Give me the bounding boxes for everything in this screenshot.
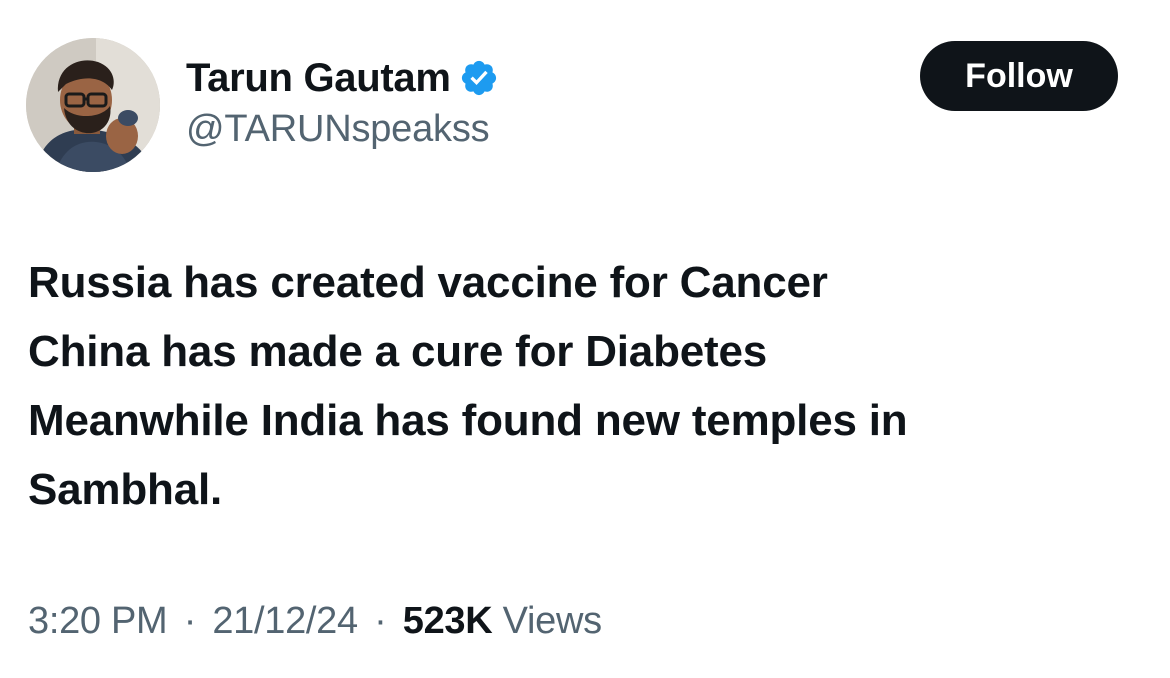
author-display-name[interactable]: Tarun Gautam [186,56,451,101]
views-count: 523K [402,600,493,642]
follow-button[interactable]: Follow [920,41,1118,111]
author-handle[interactable]: @TARUNspeakss [186,108,490,151]
avatar-photo-icon [26,38,160,172]
tweet-time[interactable]: 3:20 PM [28,600,168,642]
tweet-text-line: Russia has created vaccine for Cancer [28,258,828,307]
meta-separator: · [374,600,387,642]
verified-badge-icon [459,58,499,98]
meta-separator: · [183,600,197,642]
tweet-text-line: Sambhal. [28,465,223,514]
tweet-text-line: China has made a cure for Diabetes [28,327,768,376]
tweet-card: Tarun Gautam @TARUNspeakss Follow Russia… [0,0,1170,678]
tweet-text: Russia has created vaccine for Cancer Ch… [28,248,1138,524]
tweet-meta: 3:20 PM · 21/12/24 · 523K Views [28,600,602,643]
views-label: Views [502,600,602,642]
author-name-row[interactable]: Tarun Gautam [186,52,499,104]
tweet-date[interactable]: 21/12/24 [212,600,358,642]
avatar[interactable] [26,38,160,172]
tweet-text-line: Meanwhile India has found new temples in [28,396,908,445]
